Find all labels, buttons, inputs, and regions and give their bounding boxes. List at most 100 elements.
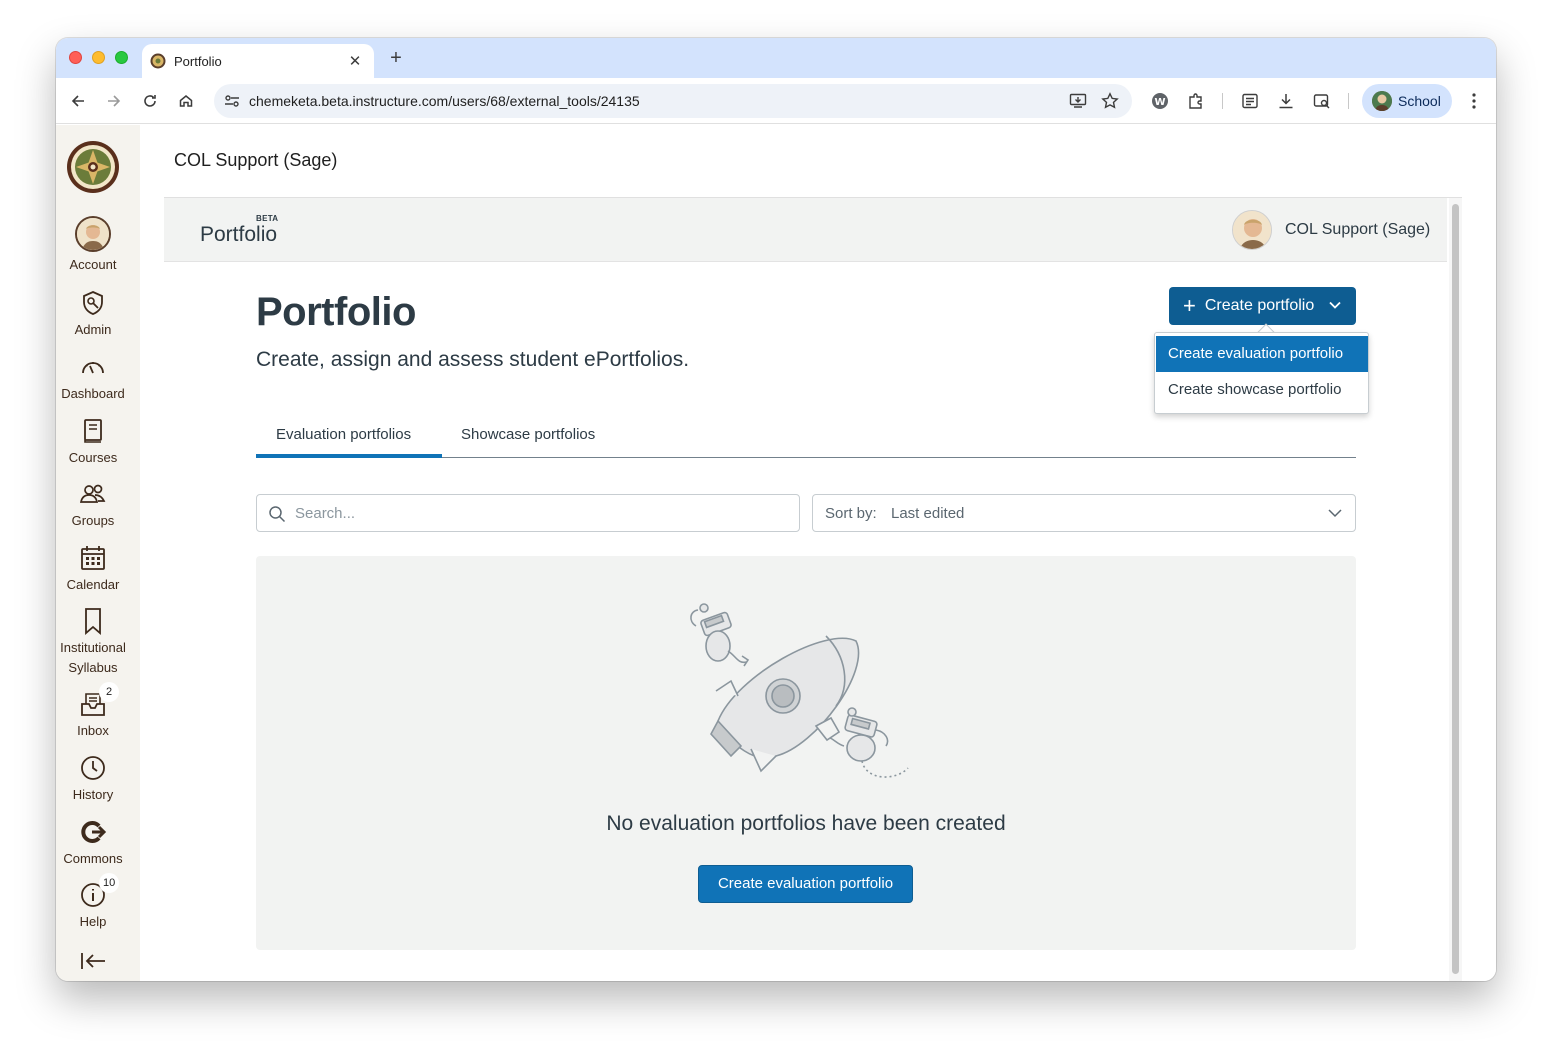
create-portfolio-button[interactable]: + Create portfolio	[1169, 287, 1356, 325]
account-avatar	[75, 216, 111, 252]
nav-label: Commons	[63, 851, 123, 866]
bookmark-star-icon[interactable]	[1101, 92, 1119, 110]
empty-state: No evaluation portfolios have been creat…	[256, 556, 1356, 950]
speedometer-icon	[82, 362, 104, 374]
nav-help[interactable]: 10 Help	[56, 873, 130, 932]
help-badge: 10	[99, 873, 120, 893]
chevron-down-icon	[1328, 509, 1342, 518]
tab-evaluation-portfolios[interactable]: Evaluation portfolios	[276, 426, 411, 443]
nav-label: Groups	[71, 513, 115, 528]
extensions-puzzle-icon[interactable]	[1184, 89, 1208, 113]
profile-avatar	[1372, 91, 1392, 111]
nav-label: History	[72, 787, 114, 802]
plus-icon: +	[1183, 293, 1196, 318]
commons-icon	[81, 821, 107, 843]
search-input[interactable]	[295, 503, 775, 523]
minimize-window-button[interactable]	[92, 51, 105, 64]
profile-button[interactable]: School	[1362, 84, 1452, 118]
tool-frame: BETA Portfolio COL Support (Sage) Portfo…	[164, 197, 1462, 981]
nav-commons[interactable]: Commons	[56, 818, 130, 869]
close-window-button[interactable]	[69, 51, 82, 64]
nav-account[interactable]: Account	[56, 216, 130, 275]
inbox-badge: 2	[99, 682, 119, 702]
calendar-icon	[81, 546, 105, 570]
user-name: COL Support (Sage)	[1285, 221, 1431, 238]
tab-showcase-portfolios[interactable]: Showcase portfolios	[461, 426, 595, 443]
create-portfolio-label: Create portfolio	[1204, 297, 1315, 314]
scrollbar-thumb[interactable]	[1452, 204, 1459, 974]
browser-menu-icon[interactable]	[1462, 89, 1486, 113]
empty-state-message: No evaluation portfolios have been creat…	[606, 812, 1006, 835]
install-app-icon[interactable]	[1069, 93, 1087, 109]
sort-select[interactable]: Sort by: Last edited	[812, 494, 1356, 532]
url-text: chemeketa.beta.instructure.com/users/68/…	[249, 93, 640, 109]
app-name: Portfolio	[200, 223, 278, 246]
create-portfolio-menu: Create evaluation portfolio Create showc…	[1154, 332, 1369, 414]
forward-icon[interactable]	[102, 89, 126, 113]
nav-calendar[interactable]: Calendar	[56, 544, 130, 595]
shield-icon	[83, 291, 103, 315]
downloads-icon[interactable]	[1274, 89, 1298, 113]
rocket-illustration	[690, 603, 909, 778]
nav-label: Inbox	[77, 723, 109, 738]
new-tab-button[interactable]: +	[384, 46, 408, 70]
tab-strip: Portfolio ✕ +	[56, 38, 1496, 78]
sort-value: Last edited	[891, 505, 965, 522]
nav-label: Admin	[74, 322, 112, 337]
tab-title: Portfolio	[174, 53, 222, 69]
content-area: COL Support (Sage) BETA Portfolio COL Su…	[140, 125, 1496, 981]
back-icon[interactable]	[66, 89, 90, 113]
sort-label: Sort by:	[825, 505, 877, 522]
create-evaluation-portfolio-button[interactable]: Create evaluation portfolio	[698, 865, 913, 903]
tab-close-icon[interactable]: ✕	[346, 52, 364, 70]
menu-item-create-evaluation[interactable]: Create evaluation portfolio	[1156, 336, 1368, 372]
nav-label: Calendar	[66, 577, 120, 592]
zoom-window-button[interactable]	[115, 51, 128, 64]
nav-courses[interactable]: Courses	[56, 417, 130, 468]
user-avatar[interactable]	[1232, 210, 1272, 250]
page-title: Portfolio	[256, 290, 416, 334]
nav-label: Courses	[68, 450, 118, 465]
book-icon	[84, 419, 102, 443]
chevron-down-icon	[1329, 301, 1341, 309]
page-subtitle: Create, assign and assess student ePortf…	[256, 348, 690, 371]
svg-text:W: W	[1154, 97, 1165, 108]
reading-list-icon[interactable]	[1238, 89, 1262, 113]
nav-label: Institutional	[60, 640, 126, 655]
portfolio-tabs: Evaluation portfolios Showcase portfolio…	[256, 418, 1356, 458]
clock-icon	[81, 756, 105, 780]
bookmark-icon	[85, 608, 101, 635]
nav-dashboard[interactable]: Dashboard	[56, 353, 130, 404]
nav-label: Dashboard	[61, 386, 125, 401]
page-header: COL Support (Sage)	[174, 150, 338, 170]
address-bar[interactable]: chemeketa.beta.instructure.com/users/68/…	[214, 84, 1132, 118]
wordpress-extension-icon[interactable]: W	[1148, 89, 1172, 113]
tab-search-icon[interactable]	[1310, 89, 1334, 113]
nav-label: Account	[69, 257, 117, 272]
menu-item-create-showcase[interactable]: Create showcase portfolio	[1156, 372, 1368, 408]
selected-tab-indicator	[256, 454, 442, 458]
beta-badge: BETA	[256, 214, 279, 223]
browser-toolbar: chemeketa.beta.instructure.com/users/68/…	[56, 78, 1496, 124]
favicon-icon	[150, 53, 166, 69]
global-navigation: Account Admin Dashboard Courses Groups C…	[56, 125, 140, 981]
search-field	[256, 494, 800, 532]
institution-logo[interactable]	[66, 140, 120, 194]
toolbar-separator	[1222, 93, 1223, 109]
site-settings-icon[interactable]	[224, 94, 240, 108]
nav-admin[interactable]: Admin	[56, 289, 130, 340]
reload-icon[interactable]	[138, 89, 162, 113]
nav-history[interactable]: History	[56, 754, 130, 805]
toolbar-separator	[1348, 93, 1349, 109]
app-bar: BETA Portfolio COL Support (Sage)	[164, 198, 1447, 262]
profile-label: School	[1398, 93, 1441, 109]
home-icon[interactable]	[174, 89, 198, 113]
search-icon	[269, 506, 286, 523]
nav-label: Help	[79, 914, 107, 929]
nav-groups[interactable]: Groups	[56, 480, 130, 531]
collapse-nav-icon[interactable]	[79, 951, 107, 971]
browser-tab[interactable]: Portfolio ✕	[142, 44, 374, 78]
nav-institutional-syllabus[interactable]: Institutional Syllabus	[56, 607, 130, 678]
people-icon	[79, 484, 106, 503]
nav-inbox[interactable]: 2 Inbox	[56, 682, 130, 741]
